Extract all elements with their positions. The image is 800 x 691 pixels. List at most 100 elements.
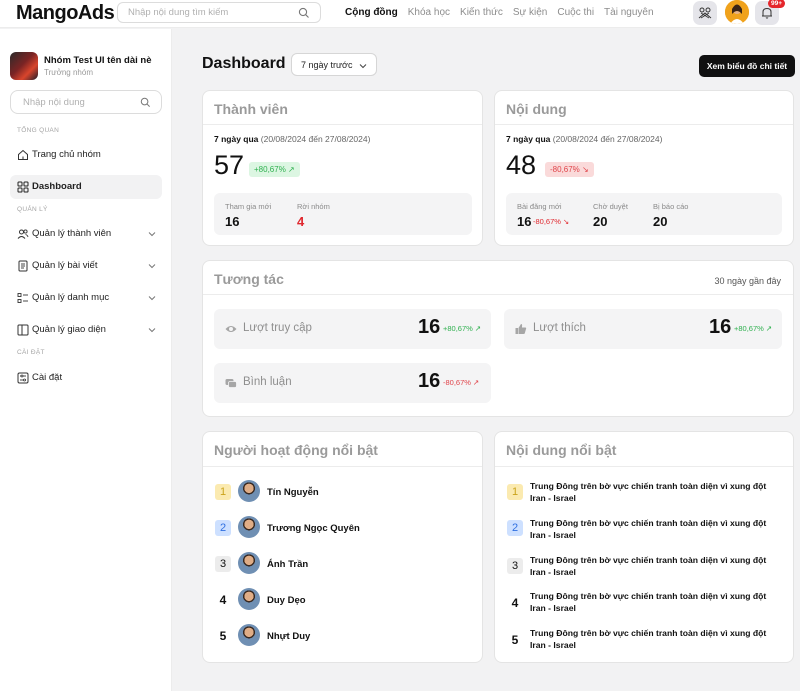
views-label: Lượt truy cập: [243, 322, 312, 334]
sidebar-item-layout[interactable]: Quản lý giao diện: [10, 318, 162, 342]
interaction-card: Tương tác 30 ngày gần đây Lượt truy cập …: [202, 260, 794, 417]
section-manage: QUẢN LÝ: [17, 206, 48, 213]
community-icon: [698, 7, 712, 19]
likes-value: 16: [709, 316, 732, 338]
search-icon: [298, 7, 309, 18]
date-range-select[interactable]: 7 ngày trước: [291, 53, 377, 76]
group-role: Trưởng nhóm: [44, 68, 93, 77]
page-title: Dashboard: [202, 55, 286, 72]
avatar[interactable]: [238, 552, 260, 574]
sidebar-item-home[interactable]: Trang chủ nhóm: [10, 143, 162, 167]
joined-label: Tham gia mới: [225, 202, 272, 211]
post-title[interactable]: Trung Đông trên bờ vực chiến tranh toàn …: [530, 590, 780, 614]
reported-value: 20: [653, 214, 668, 229]
global-search-input[interactable]: Nhập nội dung tìm kiếm: [117, 2, 321, 23]
thumbs-up-icon: [515, 324, 527, 334]
divider: [495, 124, 793, 125]
chevron-down-icon: [148, 296, 156, 301]
sidebar-item-settings[interactable]: Cài đặt: [10, 366, 162, 390]
likes-change: +80,67% ↗: [734, 324, 773, 333]
sidebar-item-label: Dashboard: [32, 181, 82, 192]
period-range: (20/08/2024 đến 27/08/2024): [260, 134, 371, 144]
comments-icon: [225, 379, 237, 388]
nav-knowledge[interactable]: Kiến thức: [460, 7, 503, 18]
content-breakdown: Bài đăng mới 16 -80,67% ↘ Chờ duyệt 20 B…: [506, 193, 782, 235]
joined-value: 16: [225, 214, 240, 229]
sidebar-item-label: Quản lý danh mục: [32, 292, 110, 303]
chevron-down-icon: [359, 64, 367, 69]
group-name[interactable]: Nhóm Test UI tên dài nè: [44, 55, 152, 66]
sidebar-item-label: Quản lý thành viên: [32, 228, 112, 239]
post-title[interactable]: Trung Đông trên bờ vực chiến tranh toàn …: [530, 627, 780, 651]
card-title: Nội dung nổi bật: [506, 442, 617, 458]
members-breakdown: Tham gia mới 16 Rời nhóm 4: [214, 193, 472, 235]
rank-badge: 2: [215, 520, 231, 536]
sidebar-item-label: Quản lý bài viết: [32, 260, 98, 271]
sidebar-item-members[interactable]: Quản lý thành viên: [10, 222, 162, 246]
comments-value: 16: [418, 370, 441, 392]
sidebar-item-categories[interactable]: Quản lý danh mục: [10, 286, 162, 310]
interaction-period: 30 ngày gần đây: [714, 276, 781, 286]
period-label: 7 ngày qua: [506, 134, 551, 144]
top-header: MangoAds Nhập nội dung tìm kiếm Cộng đồn…: [0, 0, 800, 28]
sidebar-item-dashboard[interactable]: Dashboard: [10, 175, 162, 199]
user-name[interactable]: Nhựt Duy: [267, 631, 310, 642]
user-name[interactable]: Trương Ngọc Quyên: [267, 523, 360, 534]
view-detail-chart-label: Xem biểu đồ chi tiết: [706, 61, 788, 71]
view-detail-chart-button[interactable]: Xem biểu đồ chi tiết: [699, 55, 795, 77]
sidebar: Nhóm Test UI tên dài nè Trưởng nhóm Nhập…: [0, 29, 172, 691]
avatar-image: [725, 0, 749, 24]
post-title[interactable]: Trung Đông trên bờ vực chiến tranh toàn …: [530, 554, 780, 578]
avatar[interactable]: [238, 516, 260, 538]
sidebar-item-label: Trang chủ nhóm: [32, 149, 101, 160]
comments-change: -80,67% ↗: [443, 378, 480, 387]
nav-contests[interactable]: Cuộc thi: [557, 7, 594, 18]
community-button[interactable]: [693, 1, 717, 25]
avatar[interactable]: [238, 624, 260, 646]
post-title[interactable]: Trung Đông trên bờ vực chiến tranh toàn …: [530, 517, 780, 541]
reported-label: Bị báo cáo: [653, 202, 689, 211]
period-range: (20/08/2024 đến 27/08/2024): [552, 134, 663, 144]
main-nav: Cộng đồng Khóa học Kiến thức Sự kiện Cuộ…: [345, 7, 664, 18]
user-avatar[interactable]: [725, 0, 749, 24]
nav-courses[interactable]: Khóa học: [408, 7, 450, 18]
likes-stat: Lượt thích 16 +80,67% ↗: [504, 309, 782, 349]
sidebar-item-posts[interactable]: Quản lý bài viết: [10, 254, 162, 278]
nav-resources[interactable]: Tài nguyên: [604, 7, 653, 18]
sidebar-search-input[interactable]: Nhập nội dung: [10, 90, 162, 114]
pending-label: Chờ duyệt: [593, 202, 628, 211]
user-name[interactable]: Tín Nguyễn: [267, 487, 319, 498]
logo[interactable]: MangoAds: [16, 2, 115, 25]
top-content-card: Nội dung nổi bật 1 Trung Đông trên bờ vự…: [494, 431, 794, 663]
section-settings: CÀI ĐẶT: [17, 349, 45, 356]
period-text: 7 ngày qua (20/08/2024 đến 27/08/2024): [506, 134, 662, 144]
date-range-value: 7 ngày trước: [301, 60, 353, 70]
notification-badge: 99+: [768, 0, 786, 8]
rank-badge: 2: [507, 520, 523, 536]
home-icon: [18, 149, 28, 160]
user-name[interactable]: Ánh Trần: [267, 559, 308, 570]
chevron-down-icon: [148, 264, 156, 269]
divider: [203, 294, 793, 295]
avatar[interactable]: [238, 588, 260, 610]
rank-badge: 1: [507, 484, 523, 500]
nav-community[interactable]: Cộng đồng: [345, 7, 398, 18]
card-title: Thành viên: [214, 101, 288, 117]
content-change-badge: -80,67% ↘: [545, 162, 594, 177]
chevron-down-icon: [148, 328, 156, 333]
card-title: Tương tác: [214, 271, 284, 287]
rank-badge: 4: [511, 596, 519, 610]
left-label: Rời nhóm: [297, 202, 330, 211]
post-title[interactable]: Trung Đông trên bờ vực chiến tranh toàn …: [530, 480, 780, 504]
nav-events[interactable]: Sự kiện: [513, 7, 548, 18]
divider: [203, 466, 482, 467]
group-avatar[interactable]: [10, 52, 38, 80]
users-icon: [17, 229, 29, 239]
rank-badge: 3: [507, 558, 523, 574]
period-text: 7 ngày qua (20/08/2024 đến 27/08/2024): [214, 134, 370, 144]
user-name[interactable]: Duy Dẹo: [267, 595, 306, 606]
category-icon: [17, 293, 28, 303]
views-value: 16: [418, 316, 441, 338]
comments-label: Bình luận: [243, 376, 292, 388]
avatar[interactable]: [238, 480, 260, 502]
